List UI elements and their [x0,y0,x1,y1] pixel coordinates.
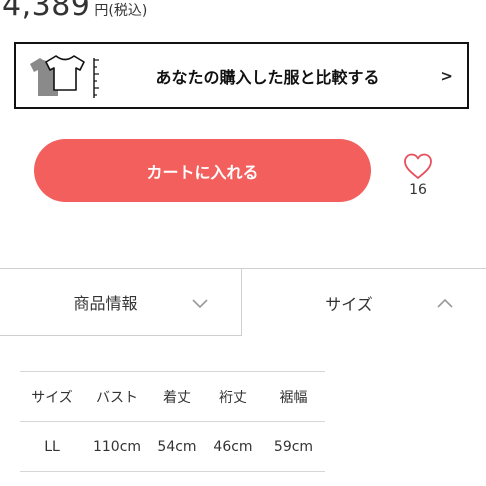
bust-cell: 110cm [84,421,150,472]
add-to-cart-label: カートに入れる [146,162,259,182]
heart-outline-icon [404,153,432,179]
tab-size-label: サイズ [325,294,373,314]
tab-product-info-label: 商品情報 [73,294,138,313]
size-header-size: サイズ [20,371,84,422]
price-unit: 円(税込) [94,3,148,19]
chevron-right-icon: > [440,66,453,85]
size-header-hem: 裾幅 [262,371,325,422]
size-cell: LL [20,421,84,472]
tab-size[interactable]: サイズ [242,269,486,336]
sleeve-cell: 46cm [204,421,262,472]
price: 4,389 円(税込) [2,0,148,23]
size-header-length: 着丈 [150,371,204,422]
t-shirt-compare-icon [26,52,106,102]
size-table-header-row: サイズ バスト 着丈 裄丈 裾幅 [20,371,325,422]
compare-label: あなたの購入した服と比較する [155,67,380,87]
favorite-count: 16 [409,182,427,198]
hem-cell: 59cm [262,421,325,472]
length-cell: 54cm [150,421,204,472]
chevron-down-icon [192,299,208,309]
chevron-up-icon [437,298,453,308]
size-header-bust: バスト [84,371,150,422]
table-row: LL 110cm 54cm 46cm 59cm [20,421,325,472]
size-header-sleeve: 裄丈 [204,371,262,422]
size-table: サイズ バスト 着丈 裄丈 裾幅 LL 110cm 54cm 46cm 59cm [20,371,325,472]
tab-product-info[interactable]: 商品情報 [0,269,242,336]
detail-tabs: 商品情報 サイズ [0,268,486,337]
add-to-cart-button[interactable]: カートに入れる [34,139,371,202]
price-value: 4,389 [2,0,91,23]
favorite-button[interactable]: 16 [398,152,438,198]
compare-purchased-clothes-button[interactable]: あなたの購入した服と比較する > [14,42,469,109]
